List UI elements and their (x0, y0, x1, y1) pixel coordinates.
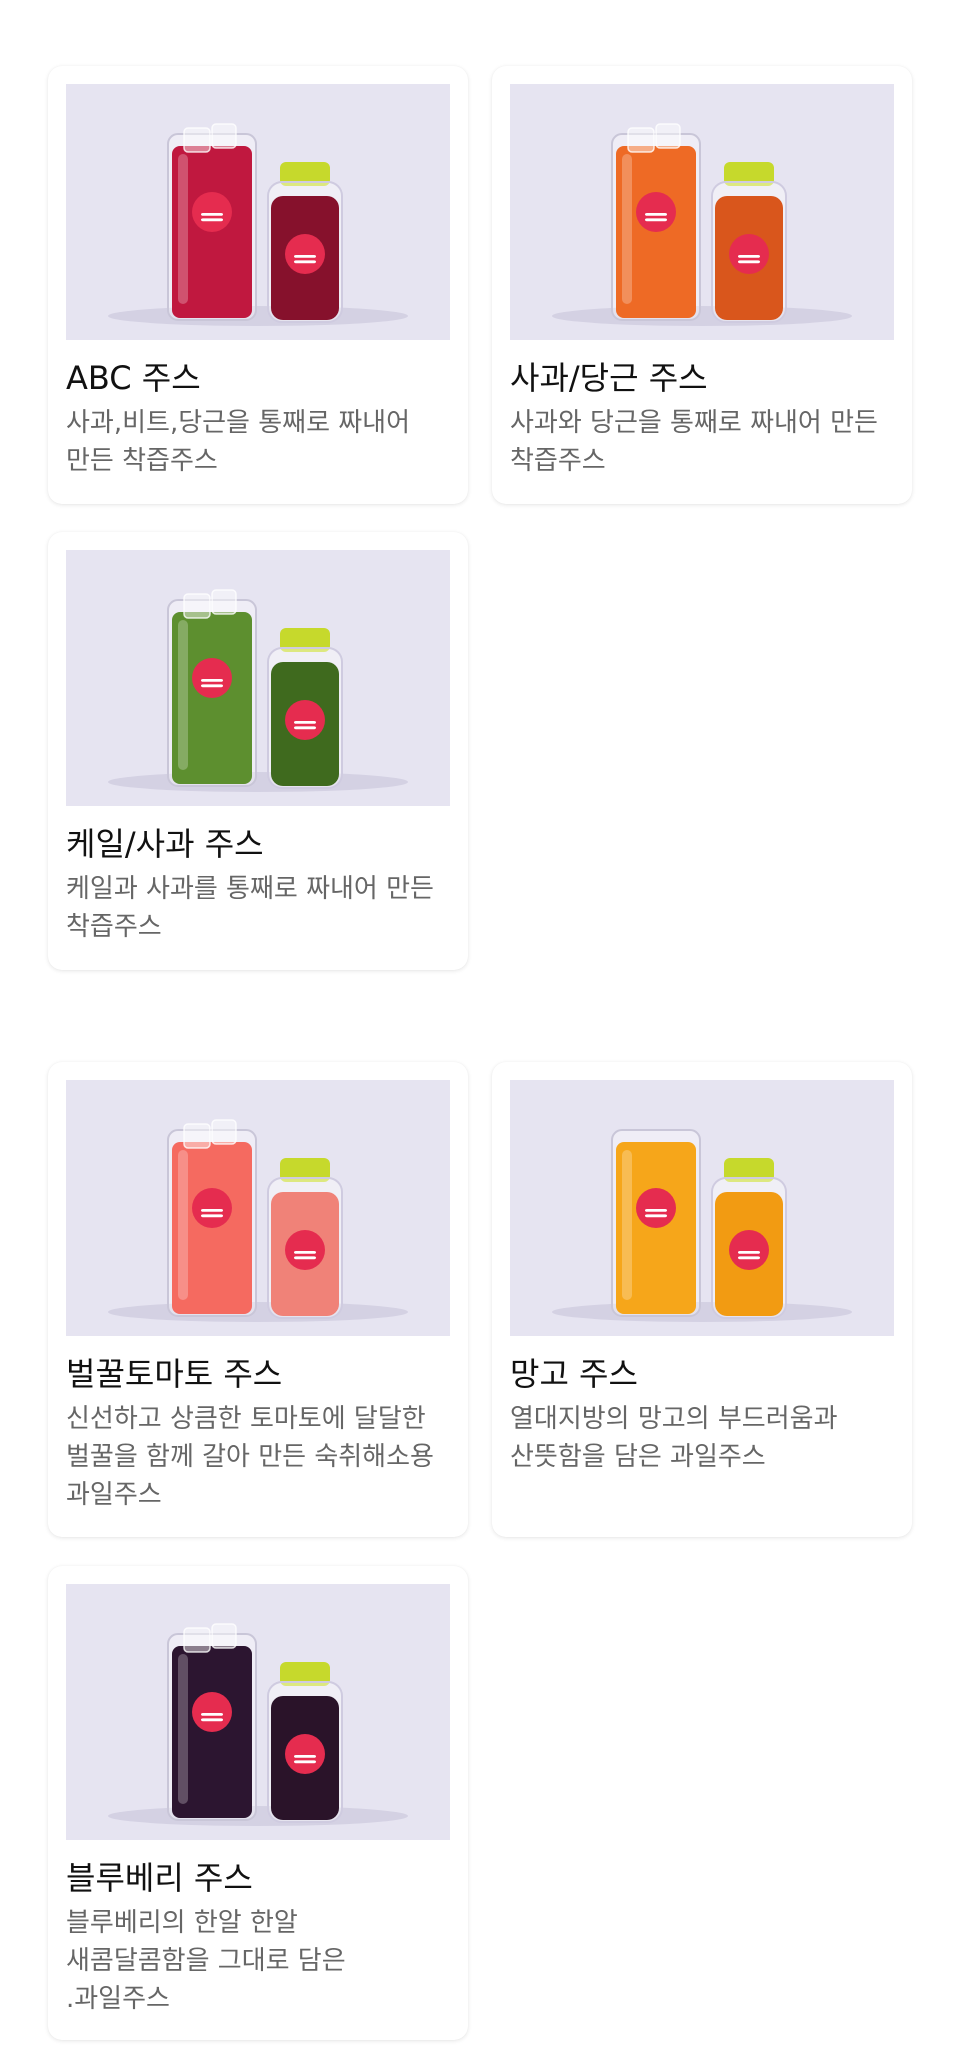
logo-badge (285, 234, 325, 274)
logo-stripe (738, 1256, 760, 1260)
logo-stripe (645, 218, 667, 222)
ice-cube (211, 123, 237, 149)
logo-stripe (201, 679, 223, 682)
logo-stripe (201, 1214, 223, 1218)
logo-stripe (645, 1209, 667, 1212)
product-description: 신선하고 상큼한 토마토에 달달한 벌꿀을 함께 갈아 만든 숙취해소용 과일주… (66, 1404, 434, 1510)
product-image (66, 1080, 450, 1336)
logo-badge (636, 192, 676, 232)
menu-card[interactable]: 망고 주스 열대지방의 망고의 부드러움과 산뜻함을 담은 과일주스 (492, 1062, 912, 1537)
logo-badge (729, 1230, 769, 1270)
logo-stripe (294, 1760, 316, 1764)
logo-badge (636, 1188, 676, 1228)
product-name: 블루베리 주스 (66, 1859, 253, 1897)
menu-card[interactable]: 벌꿀토마토 주스 신선하고 상큼한 토마토에 달달한 벌꿀을 함께 갈아 만든 … (48, 1062, 468, 1537)
logo-badge (192, 1188, 232, 1228)
logo-badge (285, 1230, 325, 1270)
ice-cube (655, 123, 681, 149)
product-name: 벌꿀토마토 주스 (66, 1355, 283, 1393)
ice-cube (211, 589, 237, 615)
ice-cube (211, 1119, 237, 1145)
logo-badge (285, 1734, 325, 1774)
logo-stripe (294, 1256, 316, 1260)
product-image (66, 84, 450, 340)
ice-cube (211, 1623, 237, 1649)
product-description: 케일과 사과를 통째로 짜내어 만든 착즙주스 (66, 874, 434, 942)
product-image (66, 550, 450, 806)
logo-stripe (294, 255, 316, 258)
product-name: 케일/사과 주스 (66, 825, 264, 863)
logo-stripe (201, 1713, 223, 1716)
menu-card[interactable]: 케일/사과 주스 케일과 사과를 통째로 짜내어 만든 착즙주스 (48, 532, 468, 970)
ice-cube (183, 1123, 211, 1149)
product-image (510, 1080, 894, 1336)
logo-badge (192, 192, 232, 232)
logo-stripe (201, 213, 223, 216)
logo-stripe (294, 1755, 316, 1758)
product-name: ABC 주스 (66, 359, 201, 397)
logo-badge (285, 700, 325, 740)
logo-badge (192, 1692, 232, 1732)
ice-cube (183, 127, 211, 153)
menu-card[interactable]: 사과/당근 주스 사과와 당근을 통째로 짜내어 만든 착즙주스 (492, 66, 912, 504)
ice-cube (183, 593, 211, 619)
logo-badge (729, 234, 769, 274)
ice-cube (183, 1627, 211, 1653)
product-image (510, 84, 894, 340)
menu-card[interactable]: ABC 주스 사과,비트,당근을 통째로 짜내어 만든 착즙주스 (48, 66, 468, 504)
logo-stripe (201, 1718, 223, 1722)
logo-stripe (645, 1214, 667, 1218)
logo-stripe (645, 213, 667, 216)
product-description: 사과와 당근을 통째로 짜내어 만든 착즙주스 (510, 408, 878, 476)
logo-stripe (294, 260, 316, 264)
product-description: 블루베리의 한알 한알 새콤달콤함을 그대로 담은 .과일주스 (66, 1908, 346, 2014)
logo-stripe (294, 1251, 316, 1254)
product-name: 망고 주스 (510, 1355, 638, 1393)
logo-stripe (738, 260, 760, 264)
product-name: 사과/당근 주스 (510, 359, 708, 397)
logo-stripe (294, 726, 316, 730)
menu-card[interactable]: 블루베리 주스 블루베리의 한알 한알 새콤달콤함을 그대로 담은 .과일주스 (48, 1566, 468, 2040)
logo-stripe (294, 721, 316, 724)
logo-stripe (738, 255, 760, 258)
logo-stripe (201, 1209, 223, 1212)
product-description: 열대지방의 망고의 부드러움과 산뜻함을 담은 과일주스 (510, 1404, 838, 1472)
logo-badge (192, 658, 232, 698)
ice-cube (627, 127, 655, 153)
logo-stripe (201, 218, 223, 222)
logo-stripe (201, 684, 223, 688)
product-description: 사과,비트,당근을 통째로 짜내어 만든 착즙주스 (66, 408, 411, 476)
logo-stripe (738, 1251, 760, 1254)
product-image (66, 1584, 450, 1840)
